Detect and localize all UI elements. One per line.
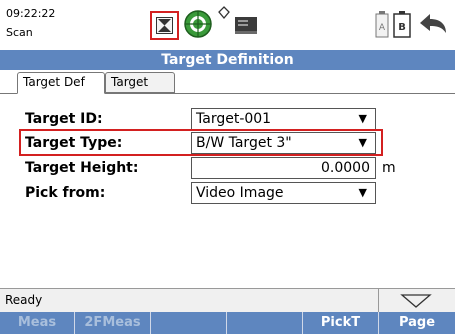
svg-text:A: A	[379, 23, 386, 33]
chevron-down-icon[interactable]	[396, 293, 436, 309]
softkey-empty-3[interactable]	[151, 312, 227, 334]
top-status-bar: 09:22:22 Scan A B	[0, 0, 455, 50]
tab-strip: Target Def Target List	[0, 70, 455, 108]
softkey-page[interactable]: Page	[379, 312, 455, 334]
page-title: Target Definition	[0, 50, 455, 70]
softkey-2fmeas[interactable]: 2FMeas	[75, 312, 151, 334]
target-id-select[interactable]: Target-001 ▼	[191, 108, 376, 130]
back-arrow-icon[interactable]	[418, 12, 448, 36]
softkey-empty-4[interactable]	[227, 312, 303, 334]
tab-target-list[interactable]: Target List	[105, 72, 175, 108]
mode-label: Scan	[6, 26, 33, 39]
softkey-meas[interactable]: Meas	[0, 312, 75, 334]
target-form: Target ID: Target-001 ▼ Target Type: B/W…	[0, 94, 455, 288]
target-green-icon[interactable]	[184, 10, 212, 38]
pick-from-label: Pick from:	[25, 185, 106, 201]
softkey-pickt[interactable]: PickT	[303, 312, 379, 334]
status-bar: Ready	[0, 288, 455, 313]
target-type-highlight	[19, 129, 383, 156]
battery-b-label: B	[398, 22, 406, 33]
target-height-label: Target Height:	[25, 160, 139, 176]
clock: 09:22:22	[6, 7, 56, 20]
memory-card-icon	[235, 17, 257, 34]
target-height-unit: m	[382, 160, 396, 176]
target-id-value: Target-001	[196, 111, 272, 127]
battery-a-icon: A	[375, 11, 389, 38]
dropdown-arrow-icon: ▼	[358, 186, 367, 199]
softkey-bar: Meas 2FMeas PickT Page	[0, 312, 455, 334]
pick-from-value: Video Image	[196, 185, 284, 201]
hourglass-icon	[156, 17, 173, 34]
target-id-label: Target ID:	[25, 111, 103, 127]
diamond-icon	[218, 6, 230, 20]
close-box-icon[interactable]	[150, 11, 179, 40]
dropdown-arrow-icon: ▼	[358, 112, 367, 125]
tab-target-def[interactable]: Target Def	[17, 72, 105, 94]
pick-from-select[interactable]: Video Image ▼	[191, 182, 376, 204]
target-height-input[interactable]: 0.0000	[191, 157, 376, 179]
status-divider	[378, 289, 379, 313]
status-text: Ready	[5, 293, 43, 307]
battery-b-icon: B	[393, 11, 411, 38]
